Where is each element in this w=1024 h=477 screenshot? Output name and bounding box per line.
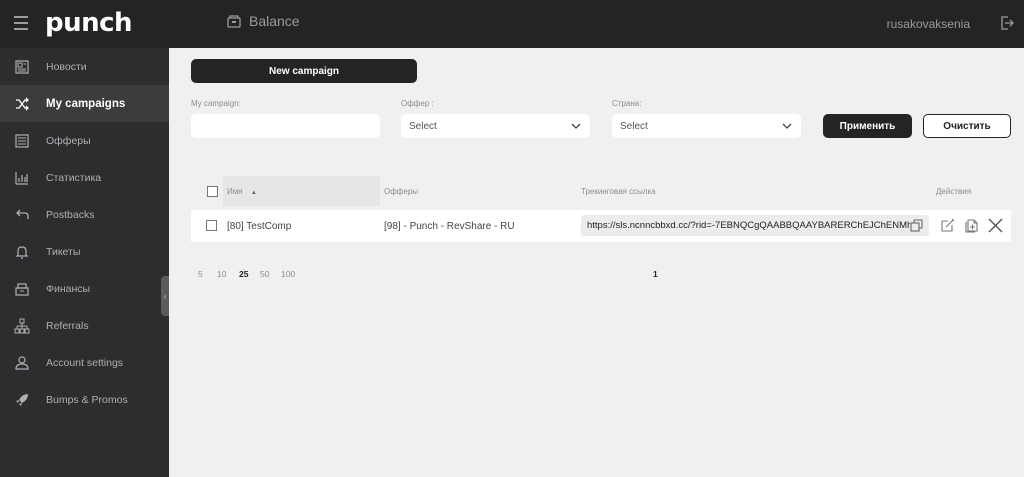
country-select-value: Select xyxy=(620,120,648,132)
row-checkbox[interactable] xyxy=(206,220,217,231)
chevron-down-icon xyxy=(571,123,581,129)
sidebar-item-tickets[interactable]: Тикеты xyxy=(0,233,169,270)
sidebar: Новости My campaigns Офферы Статистика P… xyxy=(0,48,169,477)
clear-button[interactable]: Очистить xyxy=(923,114,1011,138)
sidebar-collapse-handle[interactable]: ‹ xyxy=(161,276,169,316)
page-size-100[interactable]: 100 xyxy=(281,269,295,279)
table-row: [80] TestComp [98] - Punch - RevShare - … xyxy=(191,210,1011,242)
campaign-name: [80] TestComp xyxy=(227,221,292,232)
country-filter-label: Страна: xyxy=(612,99,642,108)
sidebar-item-label: Bumps & Promos xyxy=(46,393,128,406)
rocket-icon xyxy=(16,393,28,406)
tracking-link-column-header: Трекинговая ссылка xyxy=(581,187,656,196)
cash-register-icon xyxy=(15,282,29,296)
balance-link[interactable]: Balance xyxy=(227,13,300,29)
balance-label: Balance xyxy=(249,13,300,29)
chevron-down-icon xyxy=(782,123,792,129)
page-size-50[interactable]: 50 xyxy=(260,269,269,279)
sidebar-item-label: Офферы xyxy=(46,134,91,147)
actions-column-header: Действия xyxy=(936,187,972,196)
page-size-10[interactable]: 10 xyxy=(217,269,226,279)
campaign-filter-label: My campaign: xyxy=(191,99,241,108)
logout-icon[interactable] xyxy=(1000,16,1014,30)
apply-button[interactable]: Применить xyxy=(823,114,912,138)
logo[interactable]: punch xyxy=(45,8,133,38)
page-number-current[interactable]: 1 xyxy=(653,269,658,279)
sidebar-item-postbacks[interactable]: Postbacks xyxy=(0,196,169,233)
tracking-link-field[interactable]: https://sls.ncnncbbxd.cc/?rid=-7EBNQCgQA… xyxy=(581,215,929,236)
sidebar-item-news[interactable]: Новости xyxy=(0,48,169,85)
top-bar: punch Balance rusakovaksenia xyxy=(0,0,1024,48)
sidebar-item-label: Статистика xyxy=(46,171,102,184)
return-arrow-icon xyxy=(16,209,29,219)
select-all-checkbox[interactable] xyxy=(207,186,218,197)
sidebar-item-label: Referrals xyxy=(46,319,89,332)
campaign-filter-input[interactable] xyxy=(191,114,380,138)
hierarchy-icon xyxy=(14,318,30,333)
new-campaign-button[interactable]: New campaign xyxy=(191,59,417,83)
shuffle-icon xyxy=(16,97,29,110)
sidebar-item-finance[interactable]: Финансы xyxy=(0,270,169,307)
sidebar-item-label: Тикеты xyxy=(46,245,81,258)
tracking-link-text: https://sls.ncnncbbxd.cc/?rid=-7EBNQCgQA… xyxy=(587,220,913,231)
newspaper-icon xyxy=(15,59,29,74)
name-column-label: Имя xyxy=(227,187,243,196)
copy-icon[interactable] xyxy=(910,219,923,232)
sidebar-item-offers[interactable]: Офферы xyxy=(0,122,169,159)
sidebar-item-label: Финансы xyxy=(46,282,91,295)
main-content: New campaign My campaign: Оффер : Select… xyxy=(169,48,1024,477)
bar-chart-icon xyxy=(15,171,28,185)
country-select[interactable]: Select xyxy=(612,114,801,138)
sidebar-item-label: Новости xyxy=(46,60,87,73)
sidebar-item-label: Account settings xyxy=(46,356,124,369)
sidebar-item-statistics[interactable]: Статистика xyxy=(0,159,169,196)
sidebar-item-account-settings[interactable]: Account settings xyxy=(0,344,169,381)
bell-icon xyxy=(15,245,29,259)
page-size-25[interactable]: 25 xyxy=(239,269,248,279)
wallet-icon xyxy=(227,14,241,28)
user-icon xyxy=(15,355,29,370)
page-size-5[interactable]: 5 xyxy=(198,269,203,279)
sidebar-item-label: Postbacks xyxy=(46,208,95,221)
sidebar-item-bumps-promos[interactable]: Bumps & Promos xyxy=(0,381,169,418)
sidebar-item-label: My campaigns xyxy=(46,97,126,110)
sidebar-item-referrals[interactable]: Referrals xyxy=(0,307,169,344)
username[interactable]: rusakovaksenia xyxy=(887,17,970,31)
duplicate-icon[interactable] xyxy=(964,218,979,233)
sort-asc-icon: ▲ xyxy=(250,190,257,196)
campaign-offer: [98] - Punch - RevShare - RU xyxy=(384,221,515,232)
offer-select-value: Select xyxy=(409,120,437,132)
offer-select[interactable]: Select xyxy=(401,114,590,138)
offer-filter-label: Оффер : xyxy=(401,99,434,108)
delete-icon[interactable] xyxy=(988,218,1003,233)
sidebar-item-my-campaigns[interactable]: My campaigns xyxy=(0,85,169,122)
list-icon xyxy=(15,133,29,148)
hamburger-menu-icon[interactable] xyxy=(14,16,28,30)
name-column-header[interactable]: Имя ▲ xyxy=(227,187,257,196)
offers-column-header: Офферы xyxy=(384,187,419,196)
edit-icon[interactable] xyxy=(940,218,955,233)
